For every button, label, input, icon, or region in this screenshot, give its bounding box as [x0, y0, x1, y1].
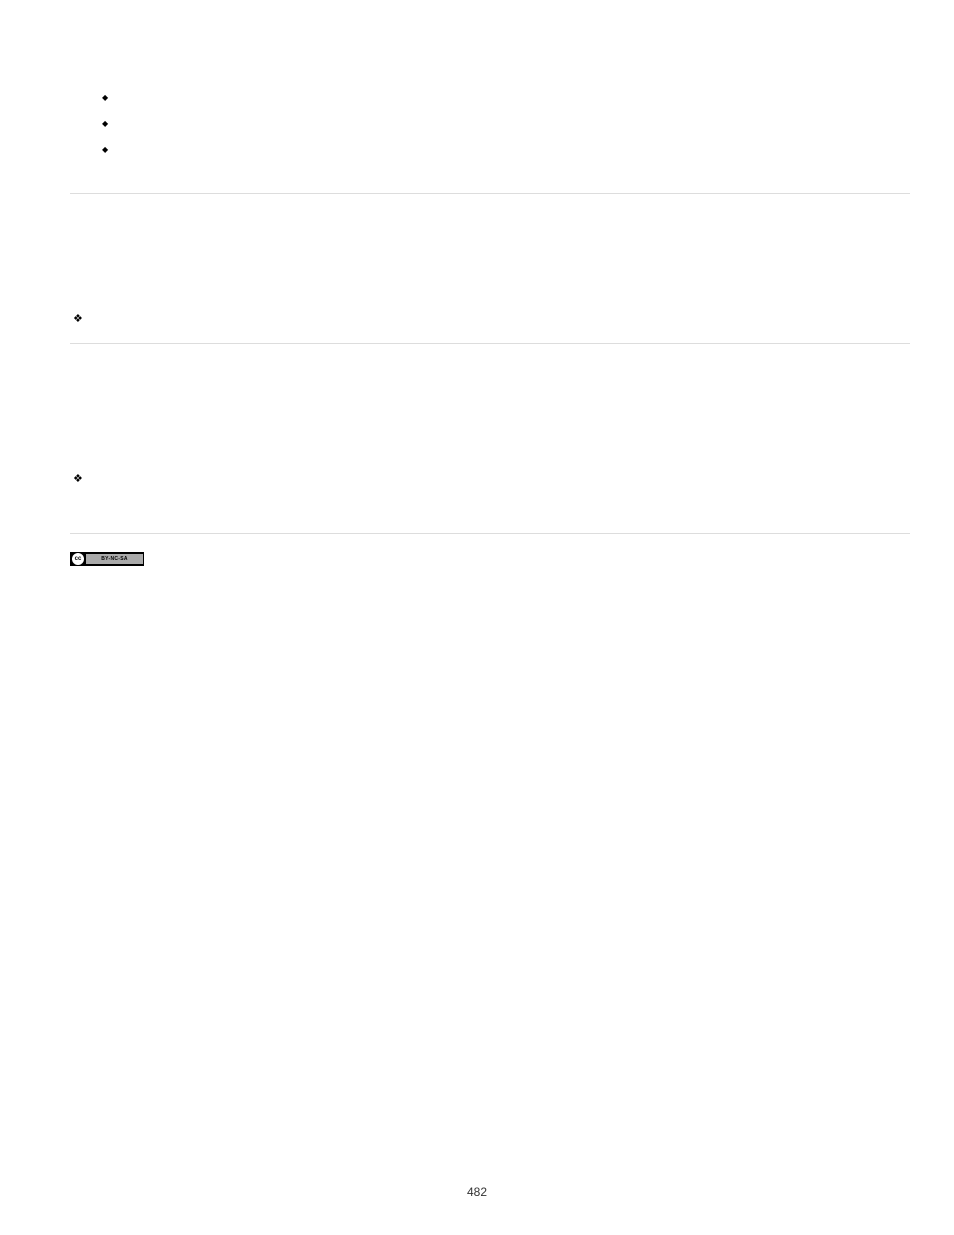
cc-license-text: BY-NC-SA [86, 554, 143, 564]
bullet-list: ◆ ◆ ◆ [102, 85, 910, 163]
divider [70, 343, 910, 344]
diamond-bullet-icon: ❖ [73, 312, 910, 325]
page-content: ◆ ◆ ◆ ❖ ❖ cc BY-NC-SA [70, 85, 910, 571]
diamond-bullet-icon: ❖ [73, 472, 910, 485]
section-2: ❖ [70, 472, 910, 485]
divider [70, 533, 910, 534]
cc-license-badge: cc BY-NC-SA [70, 552, 144, 566]
bullet-item: ◆ [102, 137, 910, 163]
section-1: ❖ [70, 312, 910, 344]
cc-symbol-text: cc [75, 556, 82, 562]
license-section: cc BY-NC-SA [70, 552, 910, 571]
cc-logo-icon: cc [72, 553, 84, 565]
divider [70, 193, 910, 194]
bullet-item: ◆ [102, 85, 910, 111]
page-number: 482 [0, 1185, 954, 1199]
bullet-item: ◆ [102, 111, 910, 137]
